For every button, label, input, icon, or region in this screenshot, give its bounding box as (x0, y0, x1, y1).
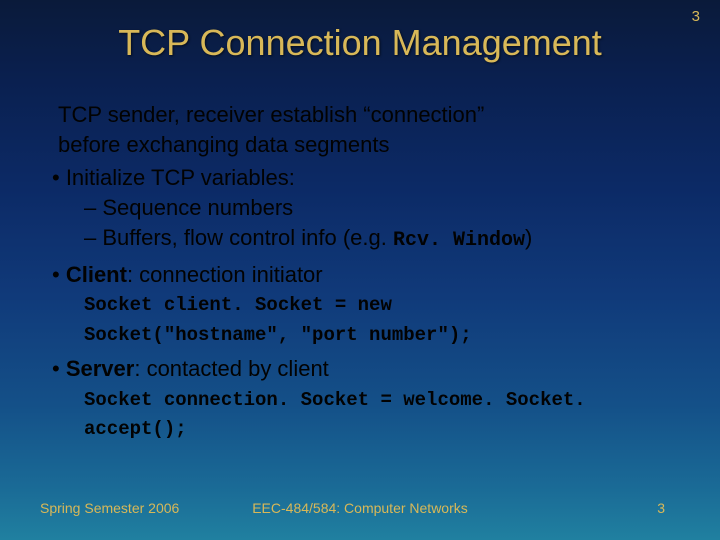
footer-right: 3 (657, 500, 665, 516)
code-client-l2: Socket("hostname", "port number"); (84, 324, 472, 346)
bullet-server-post: : contacted by client (134, 356, 328, 381)
bullet-client: • Client: connection initiator (52, 260, 696, 290)
intro-line-2: before exchanging data segments (58, 132, 389, 157)
dash-seq-numbers: – Sequence numbers (84, 193, 696, 223)
bullet-client-post: : connection initiator (127, 262, 323, 287)
server-label: Server (66, 356, 135, 381)
footer: Spring Semester 2006 EEC-484/584: Comput… (0, 500, 720, 520)
bullet-server-pre: • (52, 356, 66, 381)
intro-line-1: TCP sender, receiver establish “connecti… (58, 102, 484, 127)
intro-text: TCP sender, receiver establish “connecti… (58, 100, 696, 159)
footer-center: EEC-484/584: Computer Networks (0, 500, 720, 516)
bullet-server: • Server: contacted by client (52, 354, 696, 384)
code-server-l1: Socket connection. Socket = welcome. Soc… (84, 389, 586, 440)
page-num-top: 3 (692, 8, 700, 25)
slide: 3 TCP Connection Management TCP sender, … (0, 0, 720, 540)
slide-title: TCP Connection Management (0, 0, 720, 64)
client-label: Client (66, 262, 127, 287)
code-client-socket: Socket client. Socket = new Socket("host… (84, 291, 696, 350)
slide-content: TCP sender, receiver establish “connecti… (48, 100, 696, 447)
dash-buffers-post: ) (525, 225, 532, 250)
dash-buffers-pre: – Buffers, flow control info (e.g. (84, 225, 393, 250)
code-server-socket: Socket connection. Socket = welcome. Soc… (84, 386, 696, 445)
bullet-init-vars: • Initialize TCP variables: (52, 163, 696, 193)
rcv-window-code: Rcv. Window (393, 229, 525, 252)
bullet-client-pre: • (52, 262, 66, 287)
dash-buffers: – Buffers, flow control info (e.g. Rcv. … (84, 223, 696, 254)
code-client-l1: Socket client. Socket = new (84, 294, 392, 316)
